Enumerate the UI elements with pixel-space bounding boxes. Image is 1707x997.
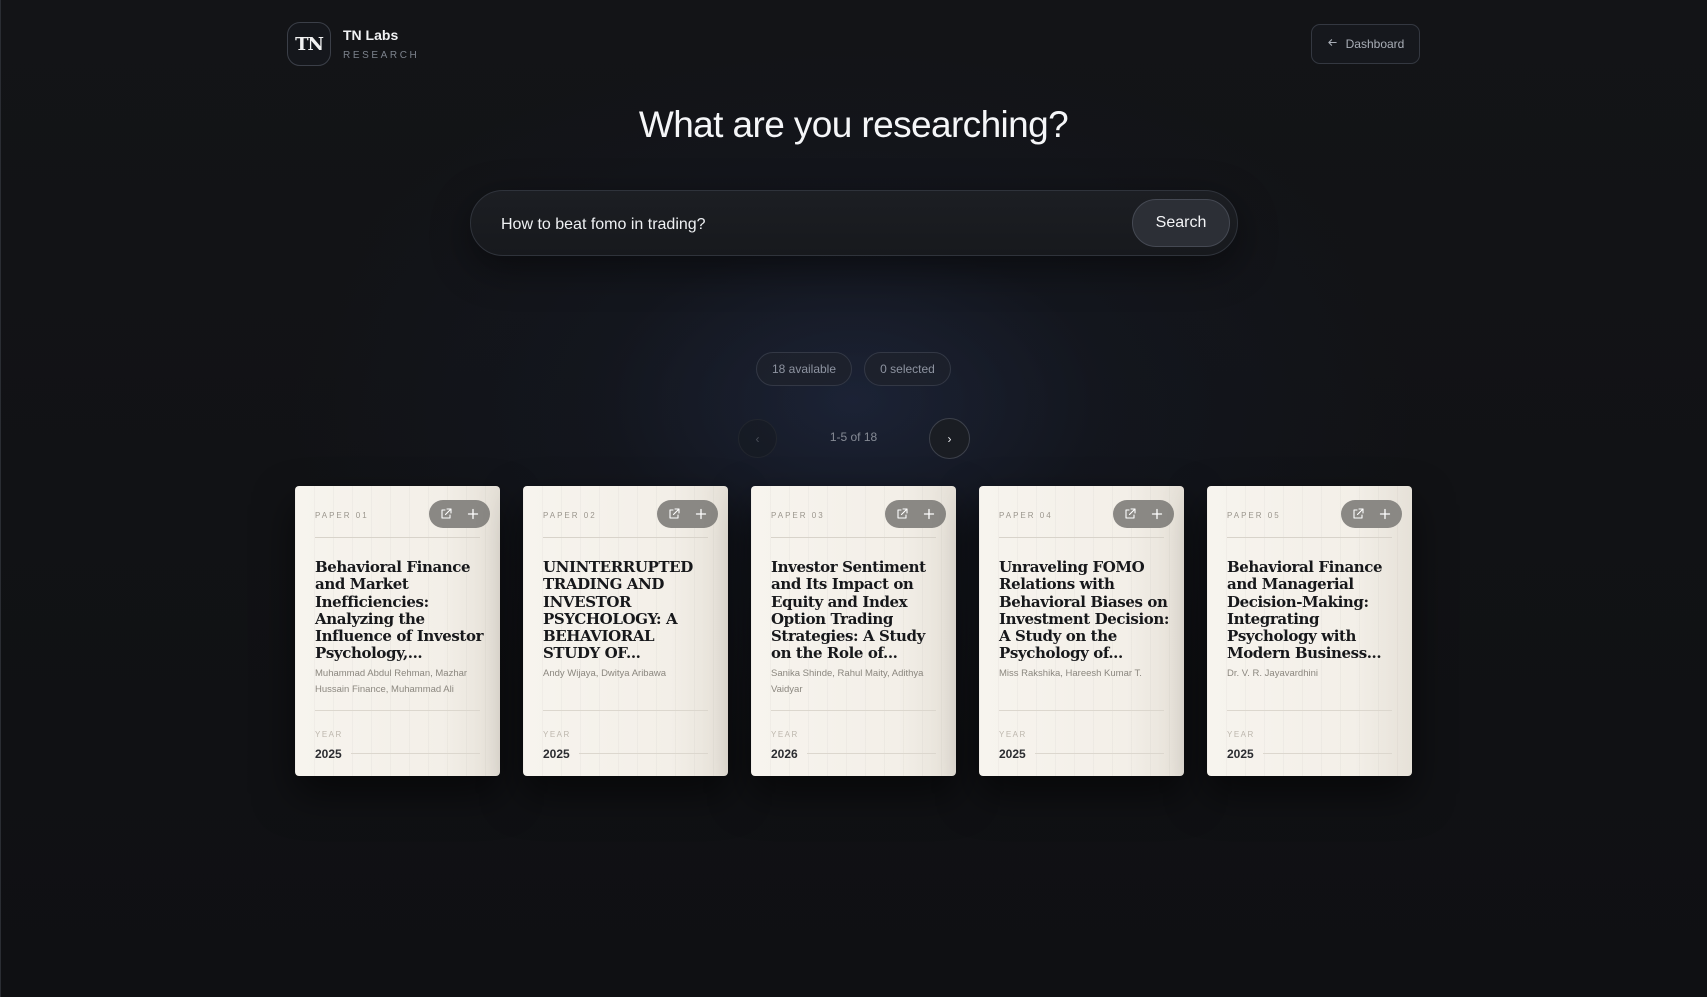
- paper-number: PAPER 01: [315, 511, 369, 520]
- paper-number: PAPER 04: [999, 511, 1053, 520]
- window-edge: [0, 0, 1, 997]
- divider: [999, 710, 1164, 711]
- divider: [1263, 753, 1392, 754]
- selected-count-badge: 0 selected: [864, 352, 951, 386]
- paper-card[interactable]: PAPER 01 Behavioral Finance and Market I…: [295, 486, 500, 776]
- divider: [807, 753, 936, 754]
- divider: [1227, 537, 1392, 538]
- open-external-icon[interactable]: [893, 505, 911, 523]
- paper-card[interactable]: PAPER 05 Behavioral Finance and Manageri…: [1207, 486, 1412, 776]
- paper-year: 2025: [999, 747, 1026, 761]
- divider: [351, 753, 480, 754]
- year-label: YEAR: [999, 730, 1027, 739]
- card-actions: [885, 500, 946, 528]
- divider: [1227, 710, 1392, 711]
- logo: TN: [287, 22, 331, 66]
- open-external-icon[interactable]: [1121, 505, 1139, 523]
- dashboard-button[interactable]: Dashboard: [1311, 24, 1420, 64]
- divider: [771, 537, 936, 538]
- year-label: YEAR: [315, 730, 343, 739]
- divider: [999, 537, 1164, 538]
- search-bar: Search: [470, 190, 1238, 256]
- paper-title[interactable]: UNINTERRUPTED TRADING AND INVESTOR PSYCH…: [543, 558, 715, 663]
- card-actions: [1113, 500, 1174, 528]
- paper-authors: Miss Rakshika, Hareesh Kumar T.: [999, 668, 1142, 679]
- paper-title[interactable]: Behavioral Finance and Market Inefficien…: [315, 558, 487, 663]
- divider: [315, 537, 480, 538]
- open-external-icon[interactable]: [1349, 505, 1367, 523]
- brand-name: TN Labs: [343, 27, 399, 43]
- divider: [771, 710, 936, 711]
- year-label: YEAR: [1227, 730, 1255, 739]
- next-page-button[interactable]: ›: [929, 418, 970, 459]
- brand-subtitle: RESEARCH: [343, 50, 420, 61]
- card-actions: [1341, 500, 1402, 528]
- divider: [1035, 753, 1164, 754]
- open-external-icon[interactable]: [437, 505, 455, 523]
- add-icon[interactable]: [692, 505, 710, 523]
- paper-authors: Dr. V. R. Jayavardhini: [1227, 668, 1318, 679]
- paper-number: PAPER 02: [543, 511, 597, 520]
- year-label: YEAR: [771, 730, 799, 739]
- add-icon[interactable]: [1148, 505, 1166, 523]
- page-title: What are you researching?: [638, 104, 1069, 145]
- divider: [543, 537, 708, 538]
- paper-title[interactable]: Behavioral Finance and Managerial Decisi…: [1227, 558, 1399, 663]
- divider: [579, 753, 708, 754]
- paper-year: 2025: [1227, 747, 1254, 761]
- previous-page-button[interactable]: ‹: [738, 419, 777, 458]
- page-range-label: 1-5 of 18: [829, 430, 878, 444]
- paper-number: PAPER 05: [1227, 511, 1281, 520]
- paper-authors: Andy Wijaya, Dwitya Aribawa: [543, 668, 667, 679]
- paper-year: 2025: [543, 747, 570, 761]
- divider: [543, 710, 708, 711]
- paper-authors: Muhammad Abdul Rehman, Mazhar Hussain Fi…: [315, 668, 468, 695]
- card-actions: [657, 500, 718, 528]
- paper-authors: Sanika Shinde, Rahul Maity, Adithya Vaid…: [771, 668, 924, 695]
- search-input[interactable]: [499, 211, 1143, 239]
- paper-year: 2026: [771, 747, 798, 761]
- brand[interactable]: TN TN Labs RESEARCH: [287, 22, 419, 66]
- add-icon[interactable]: [464, 505, 482, 523]
- available-count-badge: 18 available: [756, 352, 852, 386]
- paper-number: PAPER 03: [771, 511, 825, 520]
- search-button[interactable]: Search: [1132, 199, 1230, 247]
- dashboard-label: Dashboard: [1345, 37, 1405, 51]
- paper-card[interactable]: PAPER 02 UNINTERRUPTED TRADING AND INVES…: [523, 486, 728, 776]
- open-external-icon[interactable]: [665, 505, 683, 523]
- divider: [315, 710, 480, 711]
- year-label: YEAR: [543, 730, 571, 739]
- paper-title[interactable]: Investor Sentiment and Its Impact on Equ…: [771, 558, 943, 663]
- paper-title[interactable]: Unraveling FOMO Relations with Behaviora…: [999, 558, 1171, 663]
- add-icon[interactable]: [1376, 505, 1394, 523]
- add-icon[interactable]: [920, 505, 938, 523]
- paper-card[interactable]: PAPER 03 Investor Sentiment and Its Impa…: [751, 486, 956, 776]
- card-actions: [429, 500, 490, 528]
- arrow-left-icon: [1327, 37, 1338, 51]
- paper-year: 2025: [315, 747, 342, 761]
- paper-card[interactable]: PAPER 04 Unraveling FOMO Relations with …: [979, 486, 1184, 776]
